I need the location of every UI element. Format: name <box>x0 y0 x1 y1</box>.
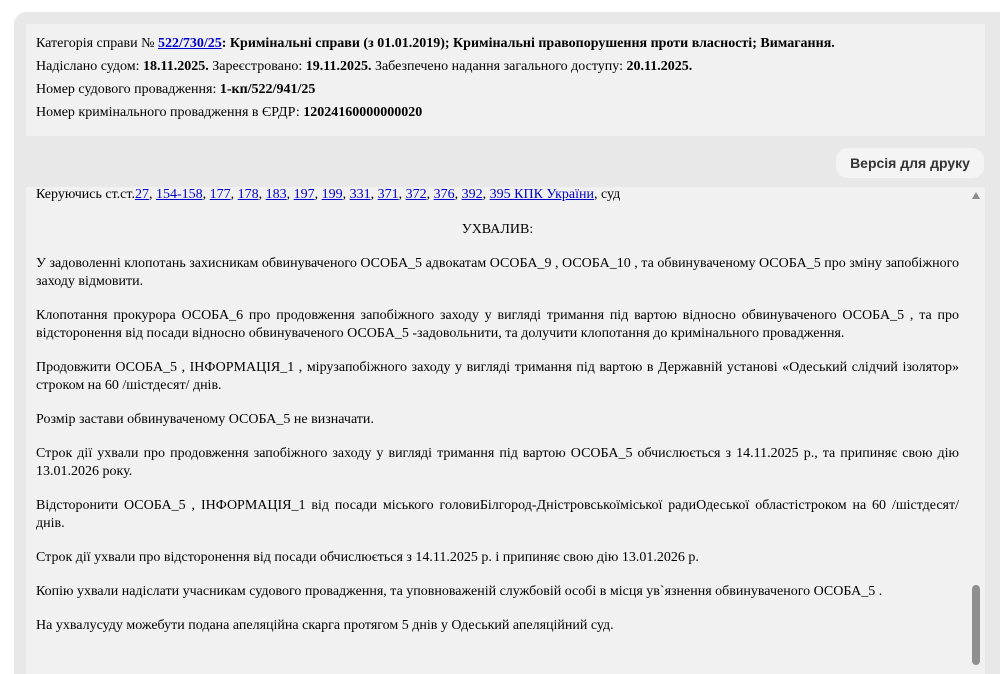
article-link[interactable]: 392 <box>462 187 483 202</box>
article-separator: , <box>482 187 490 202</box>
resolution-paragraph-4: Розмір застави обвинуваченому ОСОБА_5 не… <box>36 412 374 427</box>
scroll-up-arrow-icon[interactable] <box>972 192 980 199</box>
guided-prefix: Керуючись ст.ст. <box>36 187 135 202</box>
article-link[interactable]: 199 <box>322 187 343 202</box>
article-link[interactable]: 395 КПК України <box>490 187 594 202</box>
case-info-panel: Категорія справи № 522/730/25: Криміналь… <box>26 24 985 136</box>
resolution-paragraph-6: Відсторонити ОСОБА_5 , ІНФОРМАЦІЯ_1 від … <box>36 498 959 531</box>
resolution-paragraph-8: Копію ухвали надіслати учасникам судовог… <box>36 584 883 599</box>
document-scrollbar[interactable] <box>969 188 984 674</box>
print-version-button[interactable]: Версія для друку <box>836 148 984 178</box>
case-category-line: Категорія справи № 522/730/25: Криміналь… <box>36 32 975 55</box>
article-link[interactable]: 183 <box>266 187 287 202</box>
document-content: Керуючись ст.ст.27, 154-158, 177, 178, 1… <box>36 187 959 635</box>
article-separator: , <box>342 187 350 202</box>
article-link[interactable]: 154-158 <box>156 187 203 202</box>
article-links: 27, 154-158, 177, 178, 183, 197, 199, 33… <box>135 187 594 202</box>
article-separator: , <box>230 187 238 202</box>
resolution-paragraph-7: Строк дії ухвали про відсторонення від п… <box>36 550 699 565</box>
article-link[interactable]: 371 <box>378 187 399 202</box>
sent-label: Надіслано судом: <box>36 59 143 74</box>
sent-date: 18.11.2025. <box>143 59 209 74</box>
article-separator: , <box>286 187 294 202</box>
guided-by-paragraph: Керуючись ст.ст.27, 154-158, 177, 178, 1… <box>36 187 959 203</box>
case-dates-line: Надіслано судом: 18.11.2025. Зареєстрова… <box>36 55 975 78</box>
resolution-paragraph-1: У задоволенні клопотань захисникам обвин… <box>36 256 959 289</box>
article-link[interactable]: 331 <box>350 187 371 202</box>
resolution-paragraph-9: На ухвалусуду можебути подана апеляційна… <box>36 618 614 633</box>
article-separator: , <box>398 187 406 202</box>
article-link[interactable]: 376 <box>434 187 455 202</box>
article-separator: , <box>454 187 462 202</box>
access-label: Забезпечено надання загального доступу: <box>371 59 627 74</box>
proceeding-number-line: Номер судового провадження: 1-кп/522/941… <box>36 78 975 101</box>
resolution-title: УХВАЛИВ: <box>461 222 534 237</box>
article-link[interactable]: 178 <box>238 187 259 202</box>
category-label: Категорія справи № <box>36 36 158 51</box>
case-number-link[interactable]: 522/730/25 <box>158 36 222 51</box>
article-separator: , <box>426 187 434 202</box>
resolution-paragraph-2: Клопотання прокурора ОСОБА_6 про продовж… <box>36 308 959 341</box>
guided-suffix: , суд <box>593 187 621 202</box>
erdr-number-line: Номер кримінального провадження в ЄРДР: … <box>36 101 975 124</box>
document-frame[interactable]: Керуючись ст.ст.27, 154-158, 177, 178, 1… <box>26 187 985 674</box>
article-link[interactable]: 27 <box>135 187 149 202</box>
article-separator: , <box>202 187 210 202</box>
article-separator: , <box>370 187 378 202</box>
proceeding-label: Номер судового провадження: <box>36 82 220 97</box>
article-separator: , <box>148 187 156 202</box>
resolution-paragraph-3: Продовжити ОСОБА_5 , ІНФОРМАЦІЯ_1 , міру… <box>36 360 959 393</box>
resolution-paragraph-5: Строк дії ухвали про продовження запобіж… <box>36 446 959 479</box>
article-link[interactable]: 177 <box>210 187 231 202</box>
article-separator: , <box>258 187 266 202</box>
article-link[interactable]: 372 <box>406 187 427 202</box>
article-separator: , <box>314 187 322 202</box>
erdr-number: 12024160000000020 <box>303 105 423 120</box>
access-date: 20.11.2025. <box>626 59 693 74</box>
registered-date: 19.11.2025. <box>305 59 372 74</box>
proceeding-number: 1-кп/522/941/25 <box>219 82 316 97</box>
registered-label: Зареєстровано: <box>208 59 306 74</box>
article-link[interactable]: 197 <box>294 187 315 202</box>
erdr-label: Номер кримінального провадження в ЄРДР: <box>36 105 304 120</box>
scrollbar-thumb[interactable] <box>972 585 980 665</box>
category-text: : Кримінальні справи (з 01.01.2019); Кри… <box>221 36 835 51</box>
